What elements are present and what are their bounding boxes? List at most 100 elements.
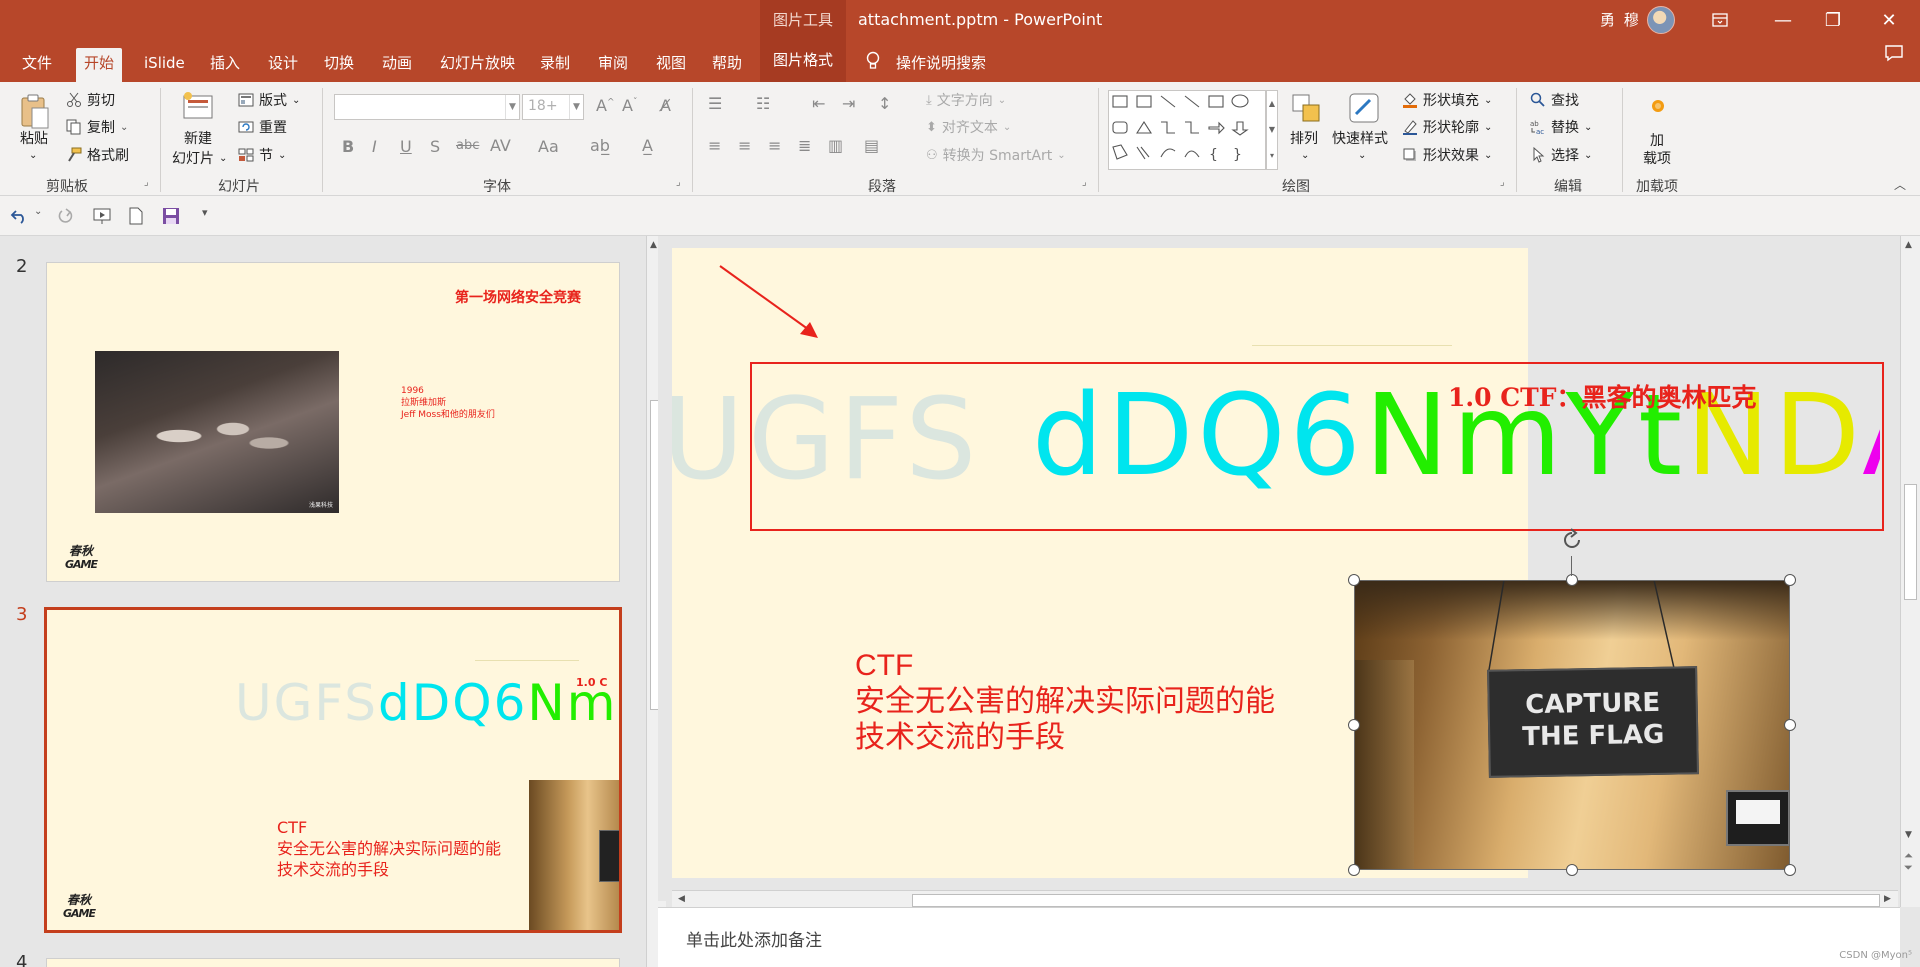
strikethrough-button[interactable]: abc: [456, 138, 479, 153]
undo-dropdown-icon[interactable]: ⌄: [34, 206, 42, 217]
decrease-font-size-icon[interactable]: Aˇ: [622, 96, 637, 115]
shape-effects-button[interactable]: 形状效果 ⌄: [1402, 145, 1492, 165]
scroll-right-icon[interactable]: ▶: [1884, 894, 1891, 904]
paste-button[interactable]: 粘贴: [20, 128, 48, 148]
notes-pane[interactable]: 单击此处添加备注: [658, 907, 1900, 967]
copy-button[interactable]: 复制 ⌄: [66, 117, 128, 137]
slide-thumbnail-3[interactable]: 1.0 C UGFSdDQ6Nm CTF 安全无公害的解决实际问题的能 技术交流…: [44, 607, 622, 933]
bold-button[interactable]: B: [342, 137, 354, 156]
shapes-gallery[interactable]: {}: [1108, 90, 1266, 170]
text-direction-button[interactable]: ⤓ 文字方向 ⌄: [926, 90, 1006, 110]
section-button[interactable]: 节 ⌄: [238, 145, 286, 165]
align-right-icon[interactable]: ≡: [768, 136, 781, 155]
bullets-icon[interactable]: ☰: [708, 94, 722, 113]
find-button[interactable]: 查找: [1530, 90, 1579, 110]
tell-me-search[interactable]: 操作说明搜索: [888, 48, 994, 82]
customize-qat-icon[interactable]: ▾: [202, 206, 208, 219]
avatar[interactable]: [1647, 6, 1675, 34]
scroll-left-icon[interactable]: ◀: [678, 894, 685, 904]
new-slide-button[interactable]: 幻灯片 ⌄: [172, 148, 227, 168]
tab-help[interactable]: 帮助: [704, 48, 750, 82]
resize-handle-w[interactable]: [1348, 719, 1360, 731]
tab-slideshow[interactable]: 幻灯片放映: [432, 48, 523, 82]
resize-handle-sw[interactable]: [1348, 864, 1360, 876]
font-color-icon[interactable]: A̲: [642, 136, 653, 155]
arrange-button[interactable]: 排列: [1290, 128, 1318, 148]
distributed-icon[interactable]: ▥: [828, 136, 843, 155]
numbering-icon[interactable]: ☷: [756, 94, 770, 113]
tab-home[interactable]: 开始: [76, 48, 123, 82]
tab-record[interactable]: 录制: [532, 48, 578, 82]
shapes-gallery-scroll[interactable]: ▲ ▼ ▾: [1266, 90, 1278, 170]
slide-thumbnail-2[interactable]: 第一场网络安全竞赛 浅果科技 1996 拉斯维加斯 Jeff Moss和他的朋友…: [46, 262, 620, 582]
tab-review[interactable]: 审阅: [590, 48, 636, 82]
tab-picture-format[interactable]: 图片格式: [760, 40, 846, 82]
user-name[interactable]: 勇 穆: [1600, 0, 1641, 40]
ribbon-display-options-button[interactable]: [1697, 0, 1743, 40]
resize-handle-e[interactable]: [1784, 719, 1796, 731]
font-name-combo[interactable]: ▼: [334, 94, 520, 120]
addins-label-1[interactable]: 加: [1650, 130, 1664, 150]
horizontal-scroll-thumb[interactable]: [912, 894, 1880, 907]
slide-body-text[interactable]: CTF 安全无公害的解决实际问题的能 技术交流的手段: [855, 648, 1275, 756]
quick-styles-button[interactable]: 快速样式: [1332, 128, 1388, 148]
slide-thumbnail-4[interactable]: [46, 958, 620, 967]
resize-handle-se[interactable]: [1784, 864, 1796, 876]
paste-dropdown-chevron-icon[interactable]: ⌄: [29, 150, 37, 161]
new-document-icon[interactable]: [128, 207, 144, 225]
change-case-button[interactable]: Aa: [538, 137, 559, 156]
justify-icon[interactable]: ≣: [798, 136, 811, 155]
layout-button[interactable]: 版式 ⌄: [238, 90, 300, 110]
slide-scroll-down-icon[interactable]: ▼: [1905, 830, 1912, 840]
tab-view[interactable]: 视图: [648, 48, 694, 82]
resize-handle-nw[interactable]: [1348, 574, 1360, 586]
resize-handle-n[interactable]: [1566, 574, 1578, 586]
smartart-button[interactable]: ⚇ 转换为 SmartArt ⌄: [926, 145, 1066, 165]
tab-file[interactable]: 文件: [14, 48, 60, 82]
slide-vertical-scrollbar[interactable]: ▲ ▼ ⏶ ⏷: [1900, 236, 1920, 907]
restore-button[interactable]: ❐: [1810, 0, 1856, 40]
cut-button[interactable]: 剪切: [66, 90, 115, 110]
addins-button[interactable]: 载项: [1643, 148, 1671, 168]
text-shadow-button[interactable]: S: [430, 137, 440, 156]
character-spacing-button[interactable]: AV: [490, 136, 511, 155]
collapse-ribbon-icon[interactable]: ︿: [1894, 176, 1906, 193]
line-spacing-icon[interactable]: ↕: [878, 94, 891, 113]
drawing-launcher-icon[interactable]: ⌟: [1500, 177, 1505, 188]
increase-indent-icon[interactable]: ⇥: [842, 94, 855, 113]
font-launcher-icon[interactable]: ⌟: [676, 177, 681, 188]
shape-fill-button[interactable]: 形状填充 ⌄: [1402, 90, 1492, 110]
clipboard-launcher-icon[interactable]: ⌟: [144, 177, 149, 188]
increase-font-size-icon[interactable]: A^: [596, 96, 615, 115]
slide-scroll-thumb[interactable]: [1904, 484, 1917, 600]
highlight-icon[interactable]: ab̲: [590, 136, 610, 155]
new-slide-label-1[interactable]: 新建: [184, 128, 212, 148]
columns-icon[interactable]: ▤: [864, 136, 879, 155]
italic-button[interactable]: I: [372, 137, 377, 156]
save-icon[interactable]: [162, 207, 180, 225]
arrange-chevron-icon[interactable]: ⌄: [1301, 150, 1309, 161]
font-size-dropdown-icon[interactable]: ▼: [569, 95, 583, 119]
tab-animations[interactable]: 动画: [374, 48, 420, 82]
format-painter-button[interactable]: 格式刷: [66, 145, 129, 165]
tab-islide[interactable]: iSlide: [136, 48, 193, 82]
minimize-button[interactable]: —: [1760, 0, 1806, 40]
underline-button[interactable]: U: [400, 137, 412, 156]
select-button[interactable]: 选择 ⌄: [1530, 145, 1592, 165]
font-size-combo[interactable]: 18+ ▼: [522, 94, 584, 120]
tab-transitions[interactable]: 切换: [316, 48, 362, 82]
decrease-indent-icon[interactable]: ⇤: [812, 94, 825, 113]
font-name-dropdown-icon[interactable]: ▼: [505, 95, 519, 119]
clear-formatting-icon[interactable]: A̸: [660, 96, 671, 115]
comments-button[interactable]: [1876, 42, 1912, 76]
quick-styles-chevron-icon[interactable]: ⌄: [1358, 150, 1366, 161]
shape-outline-button[interactable]: 形状轮廓 ⌄: [1402, 117, 1492, 137]
rotate-handle-icon[interactable]: [1560, 528, 1584, 552]
redo-icon[interactable]: [56, 208, 74, 224]
tab-design[interactable]: 设计: [260, 48, 306, 82]
slideshow-from-start-icon[interactable]: [92, 207, 112, 225]
slide-scroll-up-icon[interactable]: ▲: [1905, 240, 1912, 250]
resize-handle-s[interactable]: [1566, 864, 1578, 876]
align-text-button[interactable]: ⬍ 对齐文本 ⌄: [926, 117, 1011, 137]
prev-next-slide-icons[interactable]: ⏶ ⏷: [1904, 850, 1913, 874]
